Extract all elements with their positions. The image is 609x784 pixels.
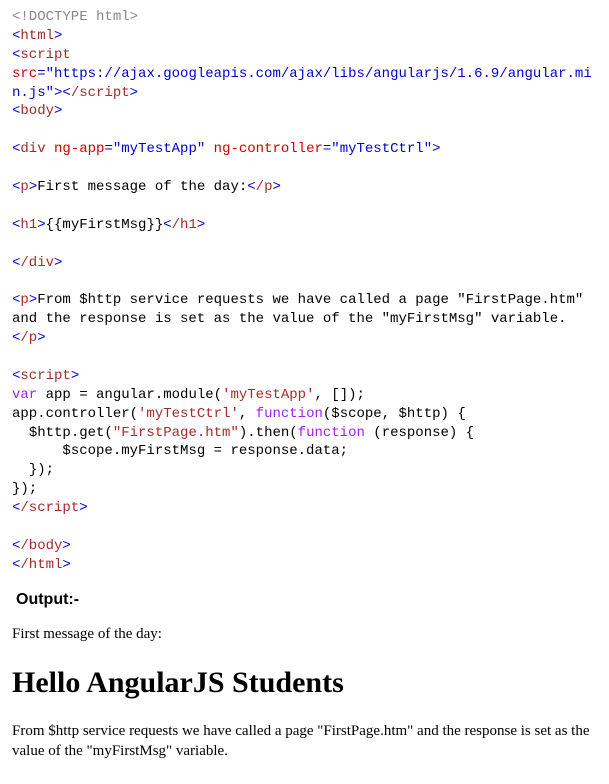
bracket: > bbox=[197, 217, 205, 233]
bracket: > bbox=[37, 330, 45, 346]
bracket: > bbox=[62, 557, 70, 573]
string: 'myTestApp' bbox=[222, 387, 314, 403]
tag-h1-close: /h1 bbox=[172, 217, 197, 233]
kw-function: function bbox=[256, 406, 323, 422]
code: , bbox=[239, 406, 256, 422]
bracket: < bbox=[247, 179, 255, 195]
text: From $http service requests we have call… bbox=[12, 292, 592, 327]
attr-val: "myTestCtrl" bbox=[331, 141, 432, 157]
attr-ngctrl: ng-controller bbox=[205, 141, 323, 157]
bracket: > bbox=[79, 500, 87, 516]
output-area: First message of the day: Hello AngularJ… bbox=[12, 624, 597, 761]
code: (response) { bbox=[365, 425, 474, 441]
code-block: <!DOCTYPE html> <html> <script src="http… bbox=[12, 8, 597, 575]
bracket: > bbox=[272, 179, 280, 195]
tag-html: html bbox=[20, 28, 54, 44]
bracket: >< bbox=[54, 85, 71, 101]
tag-p: p bbox=[20, 292, 28, 308]
equals: = bbox=[37, 66, 45, 82]
string: "FirstPage.htm" bbox=[113, 425, 239, 441]
tag-html-close: /html bbox=[20, 557, 62, 573]
code: ).then( bbox=[239, 425, 298, 441]
tag-script: script bbox=[20, 47, 70, 63]
kw-var: var bbox=[12, 387, 37, 403]
output-h1: Hello AngularJS Students bbox=[12, 663, 597, 704]
doctype: <!DOCTYPE html> bbox=[12, 9, 138, 25]
tag-p: p bbox=[20, 179, 28, 195]
kw-function: function bbox=[298, 425, 365, 441]
bracket: > bbox=[54, 28, 62, 44]
string: 'myTestCtrl' bbox=[138, 406, 239, 422]
bracket: > bbox=[54, 255, 62, 271]
output-label: Output:- bbox=[16, 589, 597, 611]
tag-body-close: /body bbox=[20, 538, 62, 554]
output-p1: First message of the day: bbox=[12, 624, 597, 644]
tag-body: body bbox=[20, 103, 54, 119]
attr-val: "myTestApp" bbox=[113, 141, 205, 157]
tag-script: script bbox=[20, 368, 70, 384]
bracket: > bbox=[29, 179, 37, 195]
bracket: > bbox=[432, 141, 440, 157]
code: $scope.myFirstMsg = response.data; bbox=[12, 443, 348, 459]
code: , []); bbox=[314, 387, 364, 403]
tag-div: div bbox=[20, 141, 45, 157]
code: }); bbox=[12, 481, 37, 497]
text: First message of the day: bbox=[37, 179, 247, 195]
tag-script-close: /script bbox=[20, 500, 79, 516]
bracket: > bbox=[130, 85, 138, 101]
bracket: > bbox=[37, 217, 45, 233]
output-p2: From $http service requests we have call… bbox=[12, 721, 597, 762]
attr-ngapp: ng-app bbox=[46, 141, 105, 157]
code: app = angular.module( bbox=[37, 387, 222, 403]
code: $http.get( bbox=[12, 425, 113, 441]
code: ($scope, $http) { bbox=[323, 406, 466, 422]
bracket: < bbox=[163, 217, 171, 233]
bracket: > bbox=[71, 368, 79, 384]
tag-h1: h1 bbox=[20, 217, 37, 233]
tag-div-close: /div bbox=[20, 255, 54, 271]
code: }); bbox=[12, 462, 54, 478]
equals: = bbox=[104, 141, 112, 157]
tag-p-close: /p bbox=[256, 179, 273, 195]
bracket: > bbox=[29, 292, 37, 308]
text: {{myFirstMsg}} bbox=[46, 217, 164, 233]
code: app.controller( bbox=[12, 406, 138, 422]
bracket: > bbox=[54, 103, 62, 119]
bracket: > bbox=[62, 538, 70, 554]
tag-script-close: /script bbox=[71, 85, 130, 101]
tag-p-close: /p bbox=[20, 330, 37, 346]
